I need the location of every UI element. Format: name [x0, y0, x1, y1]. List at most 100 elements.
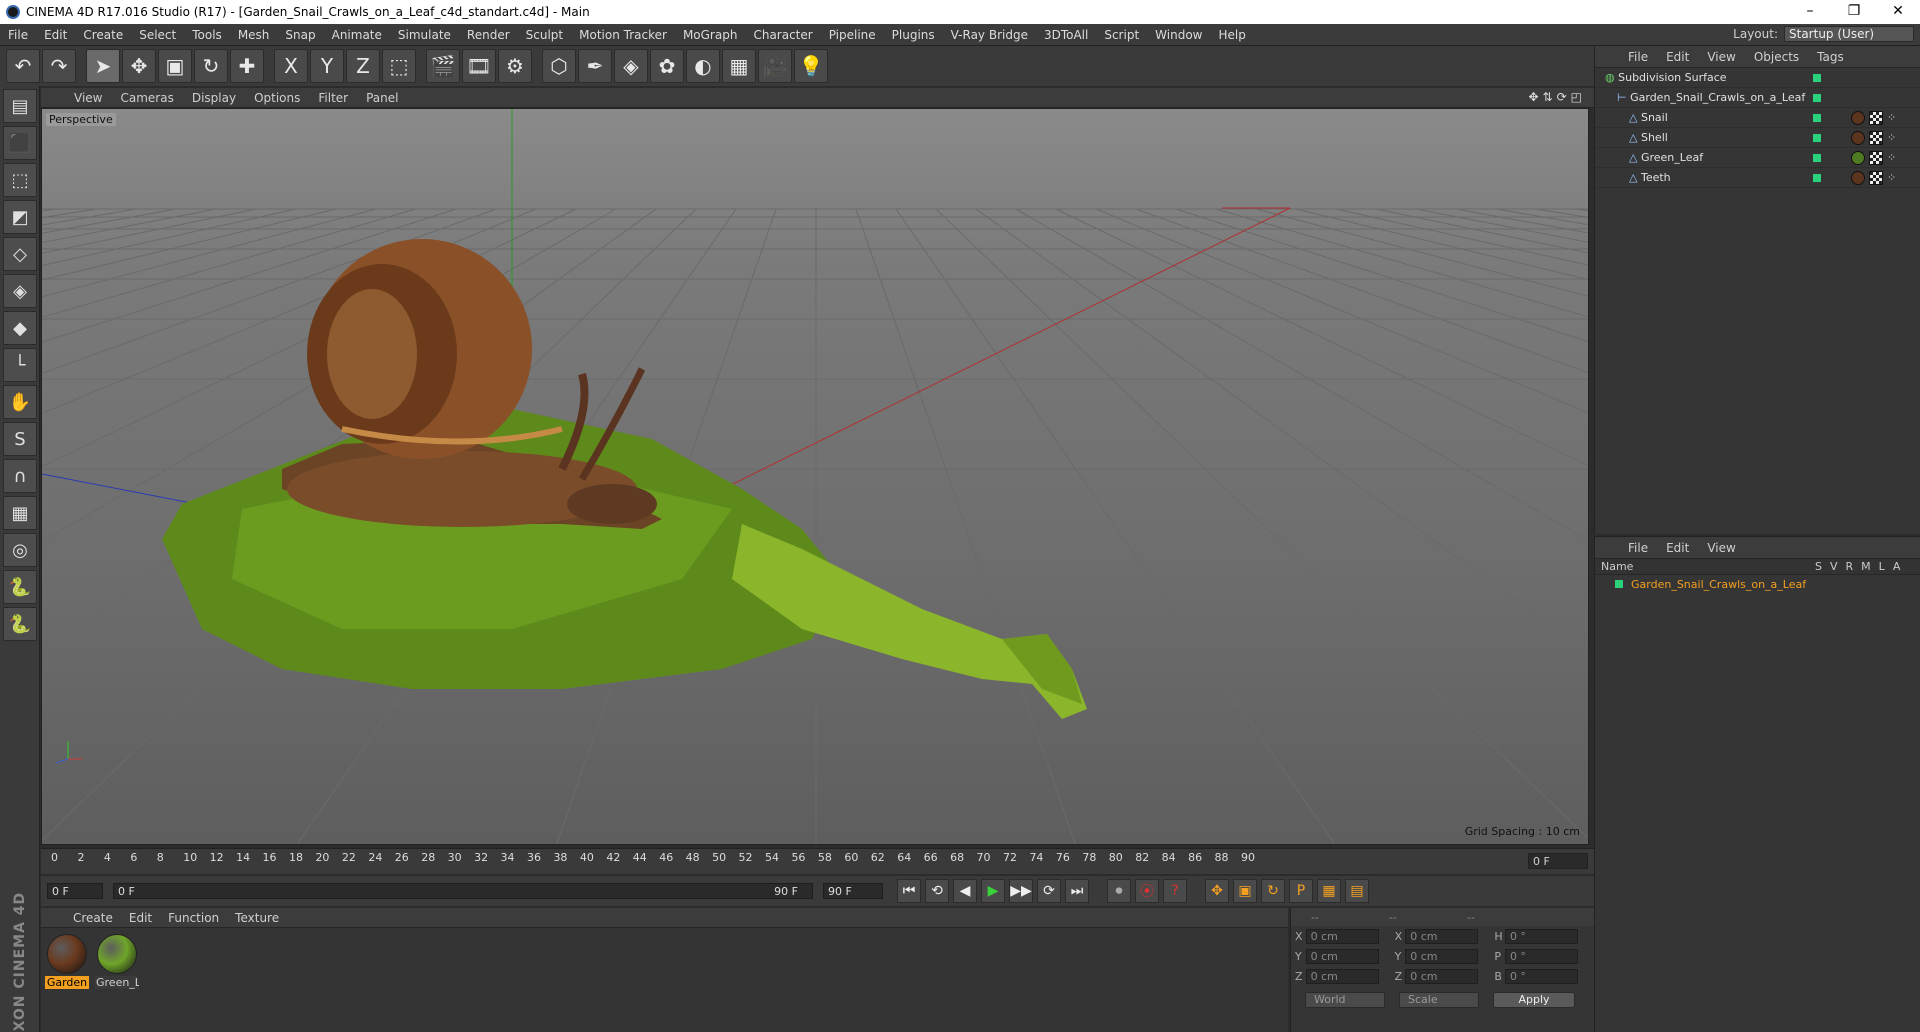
model-mode-icon[interactable]: ⬛	[3, 126, 37, 160]
layer-menu-edit[interactable]: Edit	[1657, 541, 1698, 555]
viewport-menu-filter[interactable]: Filter	[309, 91, 357, 105]
menu-mograph[interactable]: MoGraph	[675, 28, 746, 42]
menu-pipeline[interactable]: Pipeline	[821, 28, 884, 42]
objmgr-menu-view[interactable]: View	[1698, 50, 1744, 64]
objmgr-menu-file[interactable]: File	[1619, 50, 1657, 64]
select-arrow-icon[interactable]: ➤	[86, 49, 120, 83]
texture-tag-icon[interactable]	[1869, 130, 1883, 145]
next-frame-icon[interactable]: ▶▶	[1009, 879, 1033, 903]
coord-value-field[interactable]: 0 cm	[1405, 968, 1479, 984]
menu-file[interactable]: File	[0, 28, 36, 42]
visibility-icon[interactable]	[1813, 93, 1821, 102]
close-button[interactable]: ✕	[1876, 0, 1920, 24]
points-mode-icon[interactable]: ◇	[3, 237, 37, 271]
cube-icon[interactable]: ⬡	[542, 49, 576, 83]
go-to-end-icon[interactable]: ⏭	[1065, 879, 1089, 903]
visibility-icon[interactable]	[1813, 113, 1821, 122]
record-icon[interactable]: ⦿	[1135, 879, 1159, 903]
object-row[interactable]: △ Green_Leaf ⁘	[1595, 148, 1920, 168]
objmgr-menu-edit[interactable]: Edit	[1657, 50, 1698, 64]
param-key-icon[interactable]: P	[1289, 879, 1313, 903]
undo-icon[interactable]: ↶	[6, 49, 40, 83]
menu-motion-tracker[interactable]: Motion Tracker	[571, 28, 675, 42]
objmgr-menu-tags[interactable]: Tags	[1808, 50, 1853, 64]
python-icon[interactable]: 🐍	[3, 570, 37, 604]
frame-range-slider[interactable]: 0 F 90 F	[113, 883, 813, 899]
layer-menu-view[interactable]: View	[1698, 541, 1744, 555]
material-menu-function[interactable]: Function	[160, 911, 227, 925]
viewport-menu-cameras[interactable]: Cameras	[111, 91, 182, 105]
phong-tag-icon[interactable]: ⁘	[1887, 111, 1896, 125]
tweak-mode-icon[interactable]: ✋	[3, 385, 37, 419]
perspective-viewport[interactable]: Perspective Grid Spacing : 10 cm	[41, 108, 1589, 845]
menu-select[interactable]: Select	[131, 28, 184, 42]
scale-icon[interactable]: ▣	[158, 49, 192, 83]
scale-key-icon[interactable]: ▣	[1233, 879, 1257, 903]
menu-script[interactable]: Script	[1096, 28, 1147, 42]
render-picture-viewer-icon[interactable]: 🎞	[462, 49, 496, 83]
material-menu-edit[interactable]: Edit	[121, 911, 160, 925]
z-axis-icon[interactable]: Z	[346, 49, 380, 83]
material-tag-icon[interactable]	[1851, 130, 1865, 145]
end-frame-field[interactable]: 90 F	[823, 883, 883, 899]
coord-space-select[interactable]: World	[1305, 992, 1385, 1008]
coord-value-field[interactable]: 0 cm	[1405, 928, 1479, 944]
light-icon[interactable]: 💡	[794, 49, 828, 83]
texture-tag-icon[interactable]	[1869, 110, 1883, 125]
layout-select[interactable]: Startup (User)	[1784, 26, 1914, 42]
material-swatch[interactable]: Garden	[45, 934, 89, 989]
menu-animate[interactable]: Animate	[324, 28, 390, 42]
pen-spline-icon[interactable]: ✒	[578, 49, 612, 83]
array-icon[interactable]: ✿	[650, 49, 684, 83]
redo-icon[interactable]: ↷	[42, 49, 76, 83]
menu-create[interactable]: Create	[75, 28, 131, 42]
timeline-ruler[interactable]: 0 2 4 6 8 10 12 14 16 18 20 22 24 26 28 30 32 34 36 38 40 42 4…	[41, 848, 1594, 874]
subdivision-icon[interactable]: ◈	[614, 49, 648, 83]
layer-menu-file[interactable]: File	[1619, 541, 1657, 555]
menu-render[interactable]: Render	[459, 28, 518, 42]
coord-value-field[interactable]: 0 °	[1504, 928, 1579, 944]
phong-tag-icon[interactable]: ⁘	[1887, 151, 1896, 165]
menu-help[interactable]: Help	[1210, 28, 1253, 42]
coord-value-field[interactable]: 0 cm	[1305, 948, 1379, 964]
make-editable-icon[interactable]: ▤	[3, 89, 37, 123]
material-menu-texture[interactable]: Texture	[227, 911, 287, 925]
menu-3dtoall[interactable]: 3DToAll	[1036, 28, 1096, 42]
layer-row[interactable]: Garden_Snail_Crawls_on_a_Leaf	[1595, 575, 1920, 593]
prev-frame-icon[interactable]: ◀	[953, 879, 977, 903]
prev-key-icon[interactable]: ⟲	[925, 879, 949, 903]
go-to-start-icon[interactable]: ⏮	[897, 879, 921, 903]
material-tag-icon[interactable]	[1851, 110, 1865, 125]
current-frame-field[interactable]: 0 F	[1528, 853, 1588, 869]
menu-v-ray-bridge[interactable]: V-Ray Bridge	[943, 28, 1036, 42]
coordinate-system-icon[interactable]: ⬚	[382, 49, 416, 83]
material-menu-create[interactable]: Create	[65, 911, 121, 925]
next-key-icon[interactable]: ⟳	[1037, 879, 1061, 903]
menu-window[interactable]: Window	[1147, 28, 1210, 42]
visibility-icon[interactable]	[1813, 153, 1821, 162]
coord-value-field[interactable]: 0 °	[1504, 948, 1579, 964]
material-swatch[interactable]: Green_L	[95, 934, 139, 989]
coord-scale-select[interactable]: Scale	[1399, 992, 1479, 1008]
apply-button[interactable]: Apply	[1493, 992, 1575, 1008]
material-tag-icon[interactable]	[1851, 170, 1865, 185]
minimize-button[interactable]: –	[1788, 0, 1832, 24]
render-view-icon[interactable]: 🎬	[426, 49, 460, 83]
menu-plugins[interactable]: Plugins	[884, 28, 943, 42]
viewport-menu-options[interactable]: Options	[245, 91, 309, 105]
menu-mesh[interactable]: Mesh	[230, 28, 278, 42]
texture-mode-icon[interactable]: ⬚	[3, 163, 37, 197]
texture-tag-icon[interactable]	[1869, 150, 1883, 165]
object-row[interactable]: ⊢ Garden_Snail_Crawls_on_a_Leaf	[1595, 88, 1920, 108]
paint-icon[interactable]: ◎	[3, 533, 37, 567]
edit-render-settings-icon[interactable]: ⚙	[498, 49, 532, 83]
play-icon[interactable]: ▶	[981, 879, 1005, 903]
viewport-nav-icons[interactable]: ✥⇅⟳◰	[1528, 90, 1586, 104]
coord-value-field[interactable]: 0 cm	[1305, 968, 1379, 984]
coord-value-field[interactable]: 0 cm	[1305, 928, 1379, 944]
floor-icon[interactable]: ▦	[722, 49, 756, 83]
menu-simulate[interactable]: Simulate	[390, 28, 459, 42]
viewport-menu-display[interactable]: Display	[183, 91, 245, 105]
rotate-icon[interactable]: ↻	[194, 49, 228, 83]
visibility-icon[interactable]	[1813, 73, 1821, 82]
